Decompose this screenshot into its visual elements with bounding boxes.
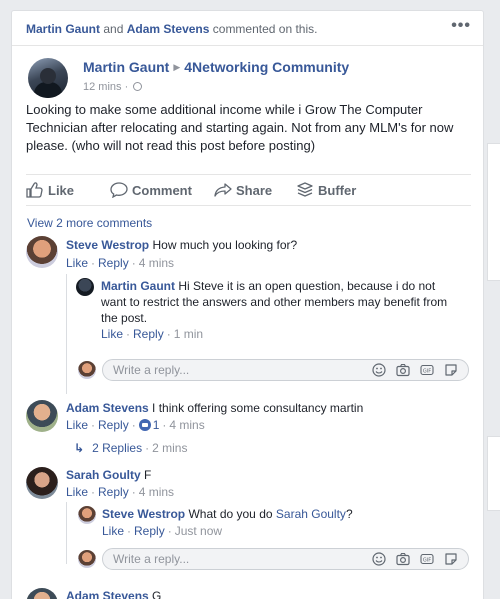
- reply-like-link[interactable]: Like: [101, 327, 123, 341]
- commenter-avatar[interactable]: [26, 467, 58, 499]
- reply-placeholder: Write a reply...: [113, 363, 190, 377]
- comment-reply-link[interactable]: Reply: [98, 485, 129, 499]
- comment-icon: [110, 182, 128, 198]
- share-button[interactable]: Share: [214, 182, 272, 198]
- post-header: Martin Gaunt ▶ 4Networking Community 12 mi…: [26, 58, 466, 102]
- story-header: Martin Gaunt and Adam Stevens commented …: [12, 11, 483, 46]
- commenter-avatar[interactable]: [26, 400, 58, 432]
- post-meta: 12 mins ·: [83, 81, 143, 93]
- sticker-icon[interactable]: [444, 363, 458, 377]
- reply-timestamp[interactable]: Just now: [175, 524, 222, 538]
- emoji-icon[interactable]: [372, 552, 386, 566]
- comment: Adam Stevens I think offering some consu…: [66, 400, 363, 416]
- reply-actions: Like · Reply · Just now: [102, 524, 223, 538]
- post-body: Looking to make some additional income w…: [26, 102, 454, 153]
- adjacent-panel-edge: [487, 143, 500, 281]
- like-button[interactable]: Like: [26, 182, 74, 198]
- comment: Sarah Goulty F: [66, 467, 151, 483]
- reply-comment: Steve Westrop What do you do Sarah Goult…: [102, 507, 353, 521]
- comment-like-link[interactable]: Like: [66, 418, 88, 432]
- comment-actions: Like · Reply · 4 mins: [66, 485, 175, 499]
- write-reply-input[interactable]: Write a reply... GIF: [102, 359, 469, 381]
- reply-placeholder: Write a reply...: [113, 552, 190, 566]
- comment-timestamp[interactable]: 4 mins: [139, 256, 174, 270]
- story-actor-2[interactable]: Adam Stevens: [127, 22, 210, 36]
- adjacent-panel-edge: [487, 436, 500, 511]
- comment-text: How much you looking for?: [152, 238, 298, 252]
- arrow-right-icon: ▶: [173, 62, 181, 72]
- reply-reply-link[interactable]: Reply: [133, 327, 164, 341]
- comment-reply-link[interactable]: Reply: [98, 418, 129, 432]
- reply-like-link[interactable]: Like: [102, 524, 124, 538]
- reply-actions: Like · Reply · 1 min: [101, 327, 204, 341]
- post-card: Martin Gaunt and Adam Stevens commented …: [11, 10, 484, 599]
- more-options-icon[interactable]: •••: [451, 18, 471, 34]
- reply-author-name[interactable]: Steve Westrop: [102, 507, 185, 521]
- comment-reply-link[interactable]: Reply: [98, 256, 129, 270]
- reply-thread-line: [66, 274, 67, 394]
- reply-avatar[interactable]: [76, 278, 94, 296]
- comment-text: F: [144, 468, 152, 482]
- svg-text:GIF: GIF: [423, 557, 431, 563]
- reply-comment: Martin Gaunt Hi Steve it is an open ques…: [101, 279, 448, 325]
- current-user-avatar: [78, 361, 96, 379]
- reaction-count[interactable]: 1: [153, 418, 160, 432]
- buffer-stack-icon: [297, 182, 313, 197]
- comment-timestamp[interactable]: 4 mins: [169, 418, 204, 432]
- comment: Adam Stevens G: [66, 588, 161, 599]
- post-actions-bar: Like Comment Share Buffer: [26, 174, 471, 206]
- camera-icon[interactable]: [396, 552, 410, 566]
- comment-like-link[interactable]: Like: [66, 485, 88, 499]
- post-author-line: Martin Gaunt ▶ 4Networking Community: [83, 59, 349, 75]
- comment: Steve Westrop How much you looking for?: [66, 237, 297, 253]
- buffer-button[interactable]: Buffer: [296, 182, 356, 198]
- view-replies-link[interactable]: 2 Replies: [92, 441, 142, 455]
- reply-thread-line: [66, 502, 67, 564]
- comment-button[interactable]: Comment: [110, 182, 192, 198]
- comment-actions: Like · Reply · 1 · 4 mins: [66, 418, 205, 432]
- comment-actions: Like · Reply · 4 mins: [66, 256, 175, 270]
- comment-text: G: [152, 589, 162, 599]
- sticker-icon[interactable]: [444, 552, 458, 566]
- post-author-avatar[interactable]: [28, 58, 68, 98]
- story-action-text: commented on this.: [212, 22, 318, 36]
- commenter-avatar[interactable]: [26, 236, 58, 268]
- svg-text:GIF: GIF: [423, 368, 431, 374]
- emoji-icon[interactable]: [372, 363, 386, 377]
- globe-icon: [133, 82, 143, 91]
- reply-reply-link[interactable]: Reply: [134, 524, 165, 538]
- commenter-name[interactable]: Steve Westrop: [66, 238, 149, 252]
- comment-text: I think offering some consultancy martin: [152, 401, 364, 415]
- camera-icon[interactable]: [396, 363, 410, 377]
- commenter-name[interactable]: Sarah Goulty: [66, 468, 141, 482]
- share-icon: [214, 183, 232, 197]
- comment-like-link[interactable]: Like: [66, 256, 88, 270]
- gif-icon[interactable]: GIF: [420, 363, 434, 377]
- story-actor-1[interactable]: Martin Gaunt: [26, 22, 100, 36]
- current-user-avatar: [78, 550, 96, 568]
- write-reply-input[interactable]: Write a reply... GIF: [102, 548, 469, 570]
- story-conjunction: and: [103, 22, 124, 36]
- commenter-name[interactable]: Adam Stevens: [66, 589, 149, 599]
- gif-icon[interactable]: GIF: [420, 552, 434, 566]
- reply-avatar[interactable]: [78, 506, 96, 524]
- commenter-avatar[interactable]: [26, 588, 58, 599]
- post-timestamp[interactable]: 12 mins: [83, 81, 122, 93]
- view-replies-row: ↳ 2 Replies · 2 mins: [74, 441, 188, 455]
- replies-timestamp: 2 mins: [152, 441, 188, 455]
- comment-timestamp[interactable]: 4 mins: [139, 485, 174, 499]
- view-more-comments-link[interactable]: View 2 more comments: [27, 216, 152, 230]
- reply-arrow-icon: ↳: [74, 441, 85, 455]
- reply-author-name[interactable]: Martin Gaunt: [101, 279, 175, 293]
- post-group-name[interactable]: 4Networking Community: [184, 59, 349, 75]
- commenter-name[interactable]: Adam Stevens: [66, 401, 149, 415]
- mention-link[interactable]: Sarah Goulty: [276, 507, 346, 521]
- post-author-name[interactable]: Martin Gaunt: [83, 59, 169, 75]
- like-reaction-icon: [138, 419, 151, 431]
- thumbs-up-icon: [26, 182, 43, 198]
- page-background-strip: [484, 0, 500, 599]
- reply-timestamp[interactable]: 1 min: [174, 327, 203, 341]
